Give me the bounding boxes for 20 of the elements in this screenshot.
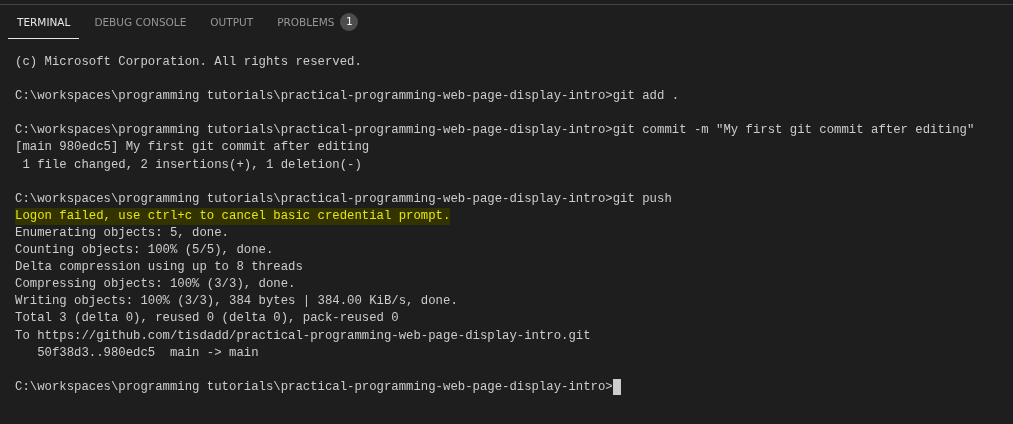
terminal-line: Enumerating objects: 5, done. <box>15 224 229 242</box>
terminal-line: To https://github.com/tisdadd/practical-programming-web-page-display-intro.git <box>15 327 591 345</box>
terminal-line: C:\workspaces\programming tutorials\practical-programming-web-page-display-intro>git push <box>15 190 672 208</box>
terminal-line: Counting objects: 100% (5/5), done. <box>15 242 274 260</box>
panel-tab[interactable]: OUTPUT <box>201 5 263 39</box>
terminal-line: Compressing objects: 100% (3/3), done. <box>15 276 296 294</box>
terminal-line: C:\workspaces\programming tutorials\practical-programming-web-page-display-intro>git add . <box>15 88 680 106</box>
terminal-line: [main 980edc5] My first git commit after editing <box>15 139 370 157</box>
terminal-line: Writing objects: 100% (3/3), 384 bytes | 384.00 KiB/s, done. <box>15 293 458 311</box>
terminal-line: Total 3 (delta 0), reused 0 (delta 0), pack-reused 0 <box>15 310 399 328</box>
panel-tab[interactable]: TERMINAL <box>8 5 80 39</box>
terminal-line: Delta compression using up to 8 threads <box>15 259 303 277</box>
panel-tab[interactable]: PROBLEMS 1 <box>268 5 368 39</box>
terminal-line: (c) Microsoft Corporation. All rights reserved. <box>15 54 362 71</box>
terminal-line: C:\workspaces\programming tutorials\practical-programming-web-page-display-intro>git commit -m "My first git commit after editing" <box>15 122 975 140</box>
terminal-line: 50f38d3..980edc5 main -> main <box>36 344 259 362</box>
count-badge: 1 <box>340 12 359 31</box>
panel-tab[interactable]: DEBUG CONSOLE <box>85 5 196 39</box>
terminal-line: 1 file changed, 2 insertions(+), 1 deletion(-) <box>21 156 362 174</box>
prompt-line: C:\workspaces\programming tutorials\practical-programming-web-page-display-intro> <box>15 378 613 396</box>
